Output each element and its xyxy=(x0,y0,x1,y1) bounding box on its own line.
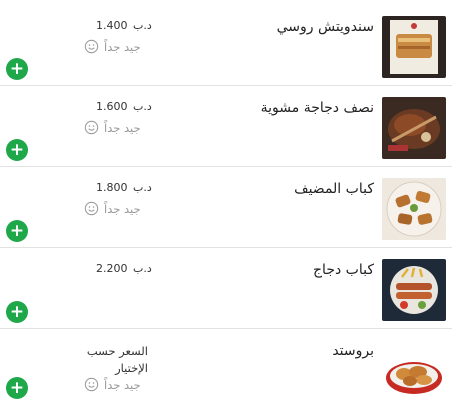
add-to-cart-button[interactable]: + xyxy=(6,139,28,161)
item-price: 2.200 د.ب xyxy=(96,262,152,275)
item-name: كباب المضيف xyxy=(294,181,374,197)
price-value: 2.200 xyxy=(96,262,128,275)
menu-item[interactable]: نصف دجاجة مشوية 1.600 د.ب جيد جداً + xyxy=(0,86,452,167)
sandwich-photo-icon xyxy=(382,16,446,78)
item-price: 1.600 د.ب xyxy=(96,100,152,113)
smiley-icon xyxy=(84,377,99,392)
item-thumbnail[interactable] xyxy=(382,16,446,78)
smiley-icon xyxy=(84,120,99,135)
rating-label: جيد جداً xyxy=(104,120,141,135)
price-currency: د.ب xyxy=(133,100,152,113)
smiley-icon xyxy=(84,201,99,216)
item-thumbnail[interactable] xyxy=(382,178,446,240)
price-value: 1.800 xyxy=(96,181,128,194)
price-currency: د.ب xyxy=(133,19,152,32)
item-rating: جيد جداً xyxy=(84,201,141,216)
item-rating: جيد جداً xyxy=(84,39,141,54)
menu-item[interactable]: كباب المضيف 1.800 د.ب جيد جداً + xyxy=(0,167,452,248)
item-rating: جيد جداً xyxy=(84,120,141,135)
rating-label: جيد جداً xyxy=(104,39,141,54)
add-to-cart-button[interactable]: + xyxy=(6,301,28,323)
add-to-cart-button[interactable]: + xyxy=(6,58,28,80)
item-thumbnail[interactable] xyxy=(382,259,446,321)
rating-label: جيد جداً xyxy=(104,201,141,216)
kebab-photo-icon xyxy=(382,178,446,240)
item-thumbnail[interactable] xyxy=(382,342,446,404)
item-price: 1.800 د.ب xyxy=(96,181,152,194)
grilled-chicken-photo-icon xyxy=(382,97,446,159)
item-name: بروستد xyxy=(332,343,374,359)
menu-item[interactable]: كباب دجاج 2.200 د.ب + xyxy=(0,248,452,329)
price-currency: د.ب xyxy=(133,181,152,194)
menu-item[interactable]: سندويتش روسي 1.400 د.ب جيد جداً + xyxy=(0,5,452,86)
item-name: نصف دجاجة مشوية xyxy=(260,100,374,116)
chicken-kebab-photo-icon xyxy=(382,259,446,321)
item-price: 1.400 د.ب xyxy=(96,19,152,32)
smiley-icon xyxy=(84,39,99,54)
price-value: 1.600 xyxy=(96,100,128,113)
menu-list: سندويتش روسي 1.400 د.ب جيد جداً + نصف دج… xyxy=(0,0,469,412)
broasted-photo-icon xyxy=(382,342,446,404)
price-currency: د.ب xyxy=(133,262,152,275)
add-to-cart-button[interactable]: + xyxy=(6,220,28,242)
add-to-cart-button[interactable]: + xyxy=(6,377,28,399)
item-thumbnail[interactable] xyxy=(382,97,446,159)
price-value: 1.400 xyxy=(96,19,128,32)
item-name: كباب دجاج xyxy=(313,262,374,278)
item-price: السعر حسب الإختيار xyxy=(86,344,148,375)
rating-label: جيد جداً xyxy=(104,377,141,392)
menu-item[interactable]: بروستد السعر حسب الإختيار جيد جداً + xyxy=(0,329,452,412)
item-name: سندويتش روسي xyxy=(276,19,374,35)
item-rating: جيد جداً xyxy=(84,377,141,392)
